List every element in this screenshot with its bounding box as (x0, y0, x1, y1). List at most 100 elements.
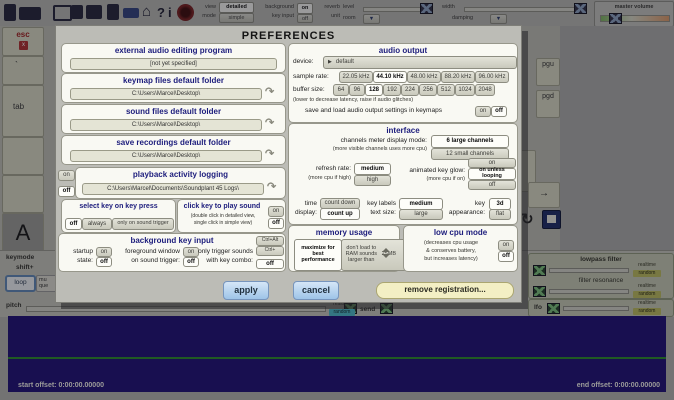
sample-rate-48-button[interactable]: 48.00 kHz (407, 71, 441, 83)
bki-combo-ctrl-button[interactable]: Ctrl+ (256, 246, 284, 256)
key-appearance-label-2: appearance: (441, 209, 485, 216)
device-value: default (336, 59, 354, 65)
select-key-off-button[interactable]: off (65, 218, 82, 230)
external-editor-field[interactable]: [not yet specified] (70, 58, 277, 70)
time-count-up-button[interactable]: count up (320, 208, 360, 220)
keymap-folder-field[interactable]: C:\Users\Marcel\Desktop\ (70, 88, 262, 100)
bki-startup-off-button[interactable]: off (96, 257, 112, 267)
soundplant-app: ⌂ ? i view mode detailed simple backgrou… (0, 0, 674, 400)
click-key-section: click key to play sound (double click in… (177, 199, 286, 233)
logging-on-button[interactable]: on (58, 170, 75, 181)
time-display-label-2: display: (291, 209, 317, 216)
channels-note: (more visible channels uses more cpu) (291, 146, 427, 152)
refresh-high-button[interactable]: high (354, 175, 391, 186)
recordings-browse-icon[interactable]: ↷ (265, 149, 274, 159)
keymap-browse-icon[interactable]: ↷ (265, 87, 274, 97)
buffer-96-button[interactable]: 96 (349, 84, 365, 96)
logging-browse-icon[interactable]: ↷ (267, 182, 276, 192)
interface-section: interface channels meter display mode: (… (288, 123, 518, 225)
remove-registration-button[interactable]: remove registration... (376, 282, 514, 299)
apply-button[interactable]: apply (223, 281, 269, 300)
select-key-section: select key on key press off always only … (61, 199, 176, 233)
channels-label: channels meter display mode: (291, 137, 427, 144)
keymaps-on-button[interactable]: on (475, 106, 491, 117)
click-key-note-1: (double click in detailed view, (180, 213, 266, 219)
external-editor-section: external audio editing program [not yet … (61, 43, 286, 73)
refresh-rate-label: refresh rate: (291, 165, 351, 172)
bki-combo-label-2: with key combo: (193, 257, 253, 264)
refresh-medium-button[interactable]: medium (354, 163, 391, 175)
channels-6-large-button[interactable]: 6 large channels (431, 135, 509, 148)
sound-folder-title: sound files default folder (62, 107, 285, 116)
logging-title: playback activity logging (76, 170, 285, 179)
stepper-up-icon[interactable] (382, 248, 390, 252)
key-glow-note: (more cpu if on) (393, 176, 465, 182)
device-label: device: (293, 58, 314, 65)
buffer-64-button[interactable]: 64 (333, 84, 349, 96)
key-appearance-label-1: key (441, 200, 485, 207)
memory-usage-section: memory usage maximize for best performan… (288, 225, 400, 272)
bg-key-input-title: background key input (59, 236, 285, 245)
keymap-folder-title: keymap files default folder (62, 76, 285, 85)
bg-key-input-section: background key input startup state: on o… (58, 233, 286, 272)
sample-rate-44-button[interactable]: 44.10 kHz (373, 71, 407, 83)
memory-usage-title: memory usage (289, 228, 399, 237)
sample-rate-label: sample rate: (293, 73, 329, 80)
stepper-down-icon[interactable] (382, 254, 390, 258)
sample-rate-88-button[interactable]: 88.20 kHz (441, 71, 475, 83)
sound-browse-icon[interactable]: ↷ (265, 118, 274, 128)
bki-combo-label-1: only trigger sounds (193, 248, 253, 255)
buffer-224-button[interactable]: 224 (401, 84, 419, 96)
buffer-size-label: buffer size: (293, 86, 325, 93)
key-labels-label-1: key labels (360, 200, 396, 207)
buffer-128-button[interactable]: 128 (365, 84, 383, 96)
buffer-2048-button[interactable]: 2048 (475, 84, 495, 96)
low-cpu-note-2: & conserves battery, (406, 248, 496, 254)
click-key-off-button[interactable]: off (268, 218, 284, 229)
buffer-1024-button[interactable]: 1024 (455, 84, 475, 96)
click-key-title: click key to play sound (178, 203, 266, 210)
bki-combo-off-button[interactable]: off (256, 259, 284, 269)
refresh-rate-note: (more cpu if high) (291, 175, 351, 181)
glow-unless-looping-button[interactable]: on unless looping (468, 168, 516, 180)
click-key-on-button[interactable]: on (268, 206, 284, 217)
memory-maximize-button[interactable]: maximize for best performance (294, 239, 342, 271)
bki-startup-label-2: state: (61, 257, 93, 264)
bki-startup-on-button[interactable]: on (96, 247, 112, 257)
preferences-dialog: PREFERENCES external audio editing progr… (55, 25, 522, 303)
logging-off-button[interactable]: off (58, 186, 75, 197)
key-glow-label: animated key glow: (393, 167, 465, 174)
appearance-flat-button[interactable]: flat (489, 209, 511, 220)
memory-dont-load-button[interactable]: don't load to RAM sounds larger than 25M… (341, 239, 407, 271)
keymaps-off-button[interactable]: off (491, 106, 507, 117)
low-cpu-note-1: (decreases cpu usage (406, 240, 496, 246)
recordings-folder-field[interactable]: C:\Users\Marcel\Desktop\ (70, 150, 262, 162)
glow-off-button[interactable]: off (468, 180, 516, 190)
labels-large-button[interactable]: large (399, 209, 443, 220)
buffer-192-button[interactable]: 192 (383, 84, 401, 96)
sample-rate-96-button[interactable]: 96.00 kHz (475, 71, 509, 83)
memory-size-stepper[interactable] (383, 239, 393, 267)
select-key-always-button[interactable]: always (82, 218, 112, 230)
bki-fg-label-2: on sound trigger: (114, 257, 180, 264)
buffer-512-button[interactable]: 512 (437, 84, 455, 96)
logging-field[interactable]: C:\Users\Marcel\Documents\Soundplant 45 … (82, 183, 264, 195)
logging-section: playback activity logging C:\Users\Marce… (75, 167, 286, 199)
select-key-sound-trigger-button[interactable]: only on sound trigger (112, 218, 174, 230)
low-cpu-off-button[interactable]: off (498, 251, 514, 262)
sound-folder-field[interactable]: C:\Users\Marcel\Desktop\ (70, 119, 262, 131)
keymaps-settings-label: save and load audio output settings in k… (305, 107, 442, 114)
key-labels-label-2: text size: (360, 209, 396, 216)
sample-rate-22-button[interactable]: 22.05 kHz (339, 71, 373, 83)
device-dropdown[interactable]: ▶ default (323, 56, 517, 69)
cancel-button[interactable]: cancel (293, 281, 339, 300)
external-editor-title: external audio editing program (62, 46, 285, 55)
bki-startup-label-1: startup (61, 248, 93, 255)
memory-dont-load-label: don't load to RAM sounds larger than (343, 246, 380, 263)
low-cpu-on-button[interactable]: on (498, 240, 514, 251)
bki-combo-ctrl-alt-button[interactable]: Ctrl+Alt (256, 236, 284, 246)
sound-folder-section: sound files default folder C:\Users\Marc… (61, 104, 286, 134)
device-expand-icon: ▶ (328, 60, 332, 65)
buffer-256-button[interactable]: 256 (419, 84, 437, 96)
recordings-folder-title: save recordings default folder (62, 138, 285, 147)
